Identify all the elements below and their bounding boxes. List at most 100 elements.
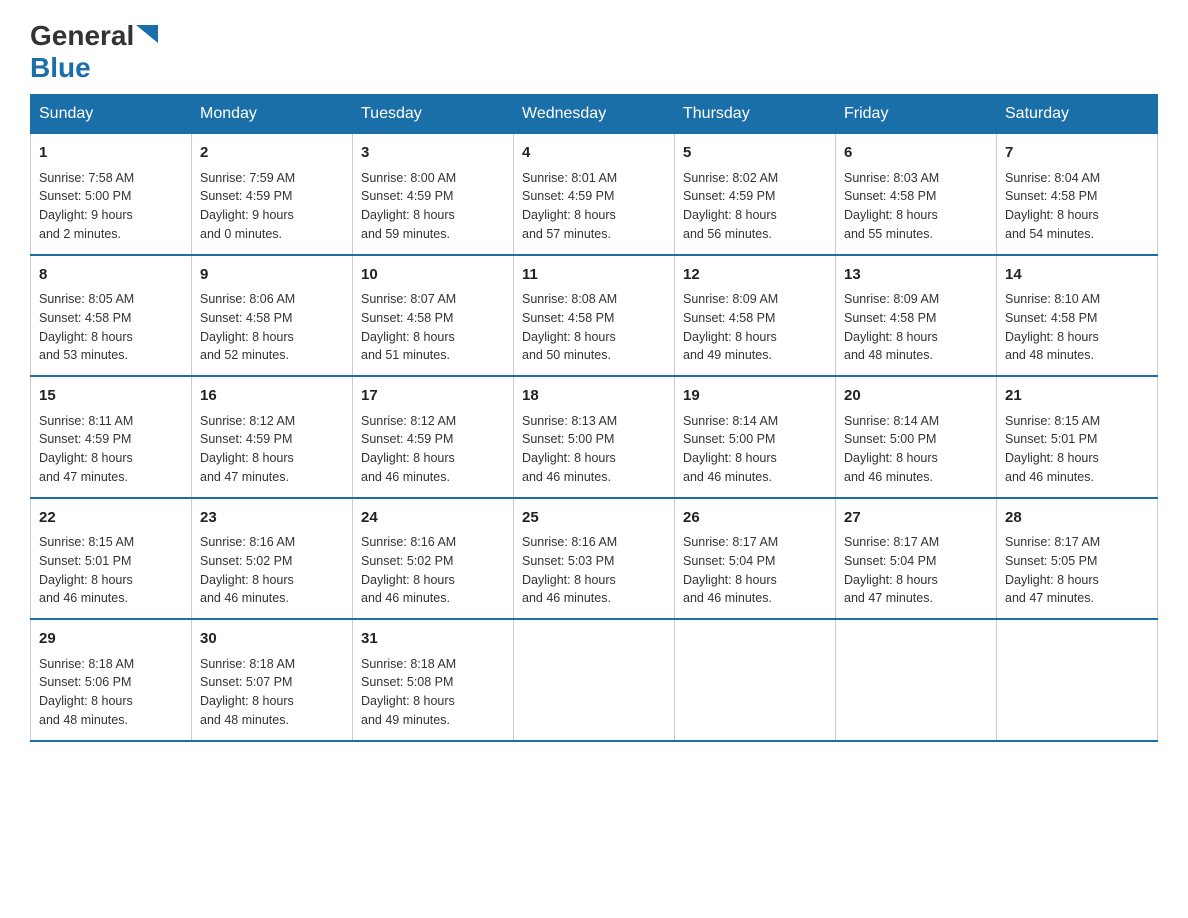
calendar-cell: 14Sunrise: 8:10 AMSunset: 4:58 PMDayligh…: [997, 255, 1158, 377]
weekday-header-friday: Friday: [836, 95, 997, 134]
weekday-header-row: SundayMondayTuesdayWednesdayThursdayFrid…: [31, 95, 1158, 134]
calendar-cell: 8 Sunrise: 8:05 AMSunset: 4:58 PMDaylight…: [31, 255, 192, 377]
calendar-cell: 24 Sunrise: 8:16 AMSunset: 5:02 PMDayligh…: [353, 498, 514, 620]
day-number: 11: [522, 264, 666, 287]
calendar-cell: 27Sunrise: 8:17 AMSunset: 5:04 PMDayligh…: [836, 498, 997, 620]
calendar-cell: 29 Sunrise: 8:18 AMSunset: 5:06 PMDayligh…: [31, 619, 192, 741]
day-number: 31: [361, 628, 505, 651]
calendar-cell: 18Sunrise: 8:13 AMSunset: 5:00 PMDayligh…: [514, 376, 675, 498]
day-number: 19: [683, 385, 827, 408]
day-info: Sunrise: 8:09 AMSunset: 4:58 PMDaylight:…: [683, 290, 827, 365]
day-number: 7: [1005, 142, 1149, 165]
calendar-cell: 1Sunrise: 7:58 AMSunset: 5:00 PMDaylight…: [31, 134, 192, 255]
day-info: Sunrise: 8:03 AMSunset: 4:58 PMDaylight:…: [844, 169, 988, 244]
day-info: Sunrise: 8:01 AMSunset: 4:59 PMDaylight:…: [522, 169, 666, 244]
day-number: 9: [200, 264, 344, 287]
page-header: General Blue: [30, 20, 1158, 84]
calendar-cell: 4 Sunrise: 8:01 AMSunset: 4:59 PMDaylight…: [514, 134, 675, 255]
day-number: 24: [361, 507, 505, 530]
day-number: 16: [200, 385, 344, 408]
weekday-header-tuesday: Tuesday: [353, 95, 514, 134]
calendar-cell: [675, 619, 836, 741]
calendar-cell: 21 Sunrise: 8:15 AMSunset: 5:01 PMDayligh…: [997, 376, 1158, 498]
calendar-cell: 3 Sunrise: 8:00 AMSunset: 4:59 PMDaylight…: [353, 134, 514, 255]
day-info: Sunrise: 8:14 AMSunset: 5:00 PMDaylight:…: [683, 412, 827, 487]
day-info: Sunrise: 8:18 AMSunset: 5:07 PMDaylight:…: [200, 655, 344, 730]
logo-blue: Blue: [30, 52, 91, 83]
day-number: 5: [683, 142, 827, 165]
week-row-1: 1Sunrise: 7:58 AMSunset: 5:00 PMDaylight…: [31, 134, 1158, 255]
weekday-header-sunday: Sunday: [31, 95, 192, 134]
day-info: Sunrise: 8:00 AMSunset: 4:59 PMDaylight:…: [361, 169, 505, 244]
day-info: Sunrise: 8:04 AMSunset: 4:58 PMDaylight:…: [1005, 169, 1149, 244]
day-number: 30: [200, 628, 344, 651]
calendar-cell: 25Sunrise: 8:16 AMSunset: 5:03 PMDayligh…: [514, 498, 675, 620]
day-info: Sunrise: 8:11 AMSunset: 4:59 PMDaylight:…: [39, 412, 183, 487]
day-info: Sunrise: 7:59 AMSunset: 4:59 PMDaylight:…: [200, 169, 344, 244]
day-number: 12: [683, 264, 827, 287]
day-number: 29: [39, 628, 183, 651]
weekday-header-saturday: Saturday: [997, 95, 1158, 134]
day-info: Sunrise: 8:17 AMSunset: 5:04 PMDaylight:…: [844, 533, 988, 608]
calendar-cell: 31 Sunrise: 8:18 AMSunset: 5:08 PMDayligh…: [353, 619, 514, 741]
calendar-cell: [836, 619, 997, 741]
day-info: Sunrise: 8:18 AMSunset: 5:06 PMDaylight:…: [39, 655, 183, 730]
day-info: Sunrise: 8:14 AMSunset: 5:00 PMDaylight:…: [844, 412, 988, 487]
day-info: Sunrise: 8:17 AMSunset: 5:05 PMDaylight:…: [1005, 533, 1149, 608]
day-number: 4: [522, 142, 666, 165]
calendar-cell: 9 Sunrise: 8:06 AMSunset: 4:58 PMDaylight…: [192, 255, 353, 377]
calendar-cell: 6 Sunrise: 8:03 AMSunset: 4:58 PMDaylight…: [836, 134, 997, 255]
calendar-table: SundayMondayTuesdayWednesdayThursdayFrid…: [30, 94, 1158, 742]
day-number: 22: [39, 507, 183, 530]
day-number: 8: [39, 264, 183, 287]
day-number: 17: [361, 385, 505, 408]
day-number: 6: [844, 142, 988, 165]
calendar-cell: 16 Sunrise: 8:12 AMSunset: 4:59 PMDayligh…: [192, 376, 353, 498]
day-info: Sunrise: 8:15 AMSunset: 5:01 PMDaylight:…: [1005, 412, 1149, 487]
day-info: Sunrise: 8:12 AMSunset: 4:59 PMDaylight:…: [361, 412, 505, 487]
calendar-cell: 19 Sunrise: 8:14 AMSunset: 5:00 PMDayligh…: [675, 376, 836, 498]
calendar-cell: [514, 619, 675, 741]
day-number: 2: [200, 142, 344, 165]
day-info: Sunrise: 8:16 AMSunset: 5:02 PMDaylight:…: [361, 533, 505, 608]
calendar-cell: 12 Sunrise: 8:09 AMSunset: 4:58 PMDayligh…: [675, 255, 836, 377]
day-number: 26: [683, 507, 827, 530]
calendar-cell: 30 Sunrise: 8:18 AMSunset: 5:07 PMDayligh…: [192, 619, 353, 741]
day-number: 15: [39, 385, 183, 408]
calendar-cell: 11 Sunrise: 8:08 AMSunset: 4:58 PMDayligh…: [514, 255, 675, 377]
day-info: Sunrise: 8:12 AMSunset: 4:59 PMDaylight:…: [200, 412, 344, 487]
day-info: Sunrise: 8:18 AMSunset: 5:08 PMDaylight:…: [361, 655, 505, 730]
day-number: 10: [361, 264, 505, 287]
week-row-4: 22 Sunrise: 8:15 AMSunset: 5:01 PMDayligh…: [31, 498, 1158, 620]
day-info: Sunrise: 8:08 AMSunset: 4:58 PMDaylight:…: [522, 290, 666, 365]
calendar-cell: 20 Sunrise: 8:14 AMSunset: 5:00 PMDayligh…: [836, 376, 997, 498]
day-number: 14: [1005, 264, 1149, 287]
calendar-cell: 17 Sunrise: 8:12 AMSunset: 4:59 PMDayligh…: [353, 376, 514, 498]
day-info: Sunrise: 8:02 AMSunset: 4:59 PMDaylight:…: [683, 169, 827, 244]
day-info: Sunrise: 8:15 AMSunset: 5:01 PMDaylight:…: [39, 533, 183, 608]
weekday-header-monday: Monday: [192, 95, 353, 134]
day-info: Sunrise: 8:06 AMSunset: 4:58 PMDaylight:…: [200, 290, 344, 365]
day-number: 3: [361, 142, 505, 165]
day-info: Sunrise: 8:05 AMSunset: 4:58 PMDaylight:…: [39, 290, 183, 365]
calendar-cell: [997, 619, 1158, 741]
weekday-header-thursday: Thursday: [675, 95, 836, 134]
day-number: 21: [1005, 385, 1149, 408]
logo: General Blue: [30, 20, 158, 84]
day-number: 1: [39, 142, 183, 165]
logo-general: General: [30, 20, 134, 52]
calendar-cell: 23Sunrise: 8:16 AMSunset: 5:02 PMDayligh…: [192, 498, 353, 620]
day-number: 20: [844, 385, 988, 408]
weekday-header-wednesday: Wednesday: [514, 95, 675, 134]
day-info: Sunrise: 8:17 AMSunset: 5:04 PMDaylight:…: [683, 533, 827, 608]
day-number: 25: [522, 507, 666, 530]
calendar-cell: 7 Sunrise: 8:04 AMSunset: 4:58 PMDaylight…: [997, 134, 1158, 255]
week-row-2: 8 Sunrise: 8:05 AMSunset: 4:58 PMDaylight…: [31, 255, 1158, 377]
week-row-3: 15 Sunrise: 8:11 AMSunset: 4:59 PMDayligh…: [31, 376, 1158, 498]
day-info: Sunrise: 8:07 AMSunset: 4:58 PMDaylight:…: [361, 290, 505, 365]
calendar-cell: 28Sunrise: 8:17 AMSunset: 5:05 PMDayligh…: [997, 498, 1158, 620]
calendar-cell: 26 Sunrise: 8:17 AMSunset: 5:04 PMDayligh…: [675, 498, 836, 620]
week-row-5: 29 Sunrise: 8:18 AMSunset: 5:06 PMDayligh…: [31, 619, 1158, 741]
day-info: Sunrise: 8:16 AMSunset: 5:02 PMDaylight:…: [200, 533, 344, 608]
calendar-cell: 2 Sunrise: 7:59 AMSunset: 4:59 PMDaylight…: [192, 134, 353, 255]
